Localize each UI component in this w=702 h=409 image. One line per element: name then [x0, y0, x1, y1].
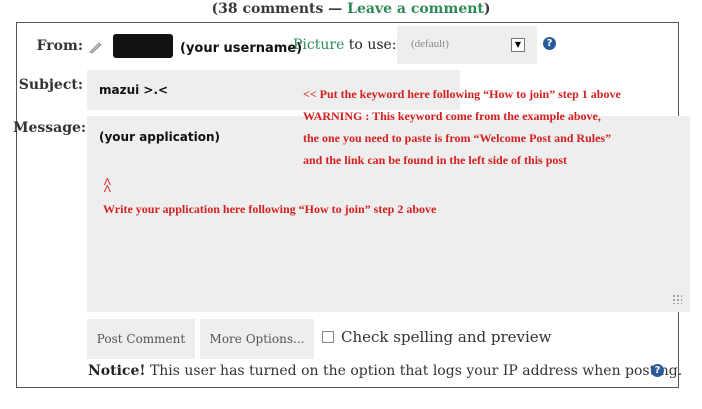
notice-message: This user has turned on the option that … — [145, 363, 683, 379]
user-pen-icon — [89, 39, 103, 54]
post-comment-button[interactable]: Post Comment — [87, 319, 195, 359]
dropdown-arrow-icon[interactable]: ▼ — [511, 38, 525, 52]
subject-label: Subject: — [18, 77, 83, 93]
message-value: (your application) — [99, 130, 221, 144]
notice-bold: Notice! — [88, 363, 146, 379]
leave-comment-link[interactable]: Leave a comment — [347, 1, 484, 17]
annotation-line-1: << Put the keyword here following “How t… — [303, 87, 621, 101]
picture-to-use: to use: — [344, 37, 397, 53]
annotation-line-5: Write your application here following “H… — [103, 202, 437, 216]
comments-header: (38 comments — Leave a comment) — [0, 0, 702, 18]
notice-text: Notice! This user has turned on the opti… — [88, 363, 682, 379]
more-options-button[interactable]: More Options... — [200, 319, 314, 359]
spellcheck-checkbox[interactable] — [322, 331, 334, 343]
username-hint: (your username) — [180, 41, 303, 56]
picture-link[interactable]: Picture — [293, 37, 344, 53]
username-redaction — [113, 34, 173, 58]
annotation-caret-2: ^ — [103, 183, 112, 199]
annotation-line-4: and the link can be found in the left si… — [303, 153, 568, 167]
comment-count[interactable]: 38 comments — [218, 1, 323, 17]
picture-select[interactable]: (default) ▼ — [397, 26, 537, 64]
picture-label: Picture to use: — [293, 37, 397, 53]
header-dash: — — [323, 1, 348, 17]
resize-grip-icon[interactable] — [672, 294, 682, 304]
help-icon[interactable]: ? — [543, 37, 556, 50]
notice-help-icon[interactable]: ? — [651, 364, 664, 377]
picture-select-value: (default) — [411, 38, 449, 50]
annotation-line-3: the one you need to paste is from “Welco… — [303, 131, 612, 145]
paren-close: ) — [483, 1, 491, 17]
message-label: Message: — [13, 120, 87, 136]
from-label: From: — [36, 38, 83, 54]
annotation-line-2: WARNING : This keyword come from the exa… — [303, 109, 601, 123]
subject-value: mazui >.< — [99, 83, 169, 97]
spellcheck-label: Check spelling and preview — [341, 328, 552, 346]
